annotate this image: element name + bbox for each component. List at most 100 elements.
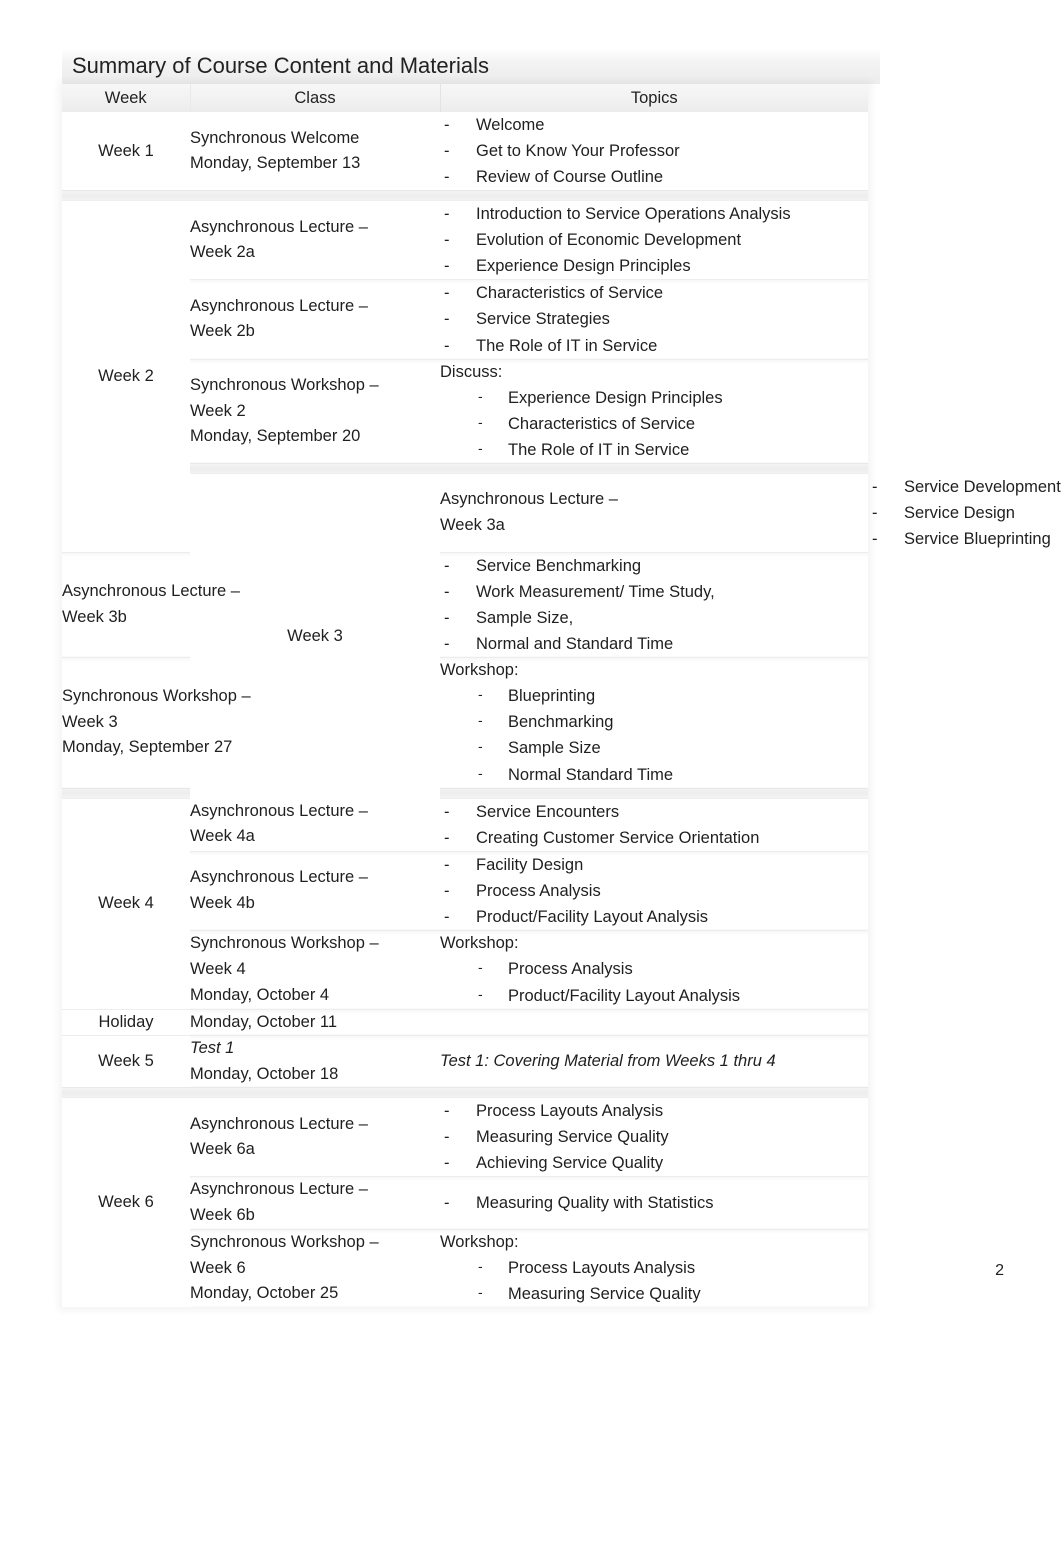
table-row: Asynchronous Lecture – Week 3b Service B…	[62, 551, 868, 658]
topics-cell: Workshop: Process Layouts Analysis Measu…	[440, 1228, 868, 1308]
class-cell: Synchronous Workshop – Week 2 Monday, Se…	[190, 358, 440, 464]
class-cell: Test 1 Monday, October 18	[190, 1035, 440, 1088]
week-label-holiday: Holiday	[62, 1008, 190, 1036]
class-cell: Asynchronous Lecture – Week 6b	[190, 1176, 440, 1230]
class-cell: Asynchronous Lecture – Week 6a	[190, 1097, 440, 1177]
class-date: Monday, October 18	[190, 1064, 339, 1083]
class-line: Week 6	[190, 1258, 246, 1277]
class-cell: Asynchronous Lecture – Week 3b	[62, 551, 240, 658]
topic-item: Service Benchmarking	[440, 553, 868, 579]
group-separator-cell	[440, 1087, 868, 1099]
topics-list: Facility Design Process Analysis Product…	[440, 852, 868, 930]
class-line: Synchronous Welcome	[190, 128, 360, 147]
topic-item: Welcome	[440, 112, 868, 138]
class-cell: Asynchronous Lecture – Week 4a	[190, 798, 440, 852]
topics-cell: Service Benchmarking Work Measurement/ T…	[440, 551, 868, 658]
topics-list: Experience Design Principles Characteris…	[440, 385, 868, 463]
topic-item: Benchmarking	[440, 709, 868, 735]
class-line: Synchronous Workshop –	[190, 934, 379, 953]
topic-item: Experience Design Principles	[440, 385, 868, 411]
topics-list: Introduction to Service Operations Analy…	[440, 201, 868, 279]
header-row: Week Class Topics	[62, 84, 868, 112]
class-line: Week 2a	[190, 243, 255, 262]
week-label-week1: Week 1	[62, 112, 190, 191]
class-line: Week 4	[190, 959, 246, 978]
group-separator-cell	[440, 787, 868, 799]
group-separator-cell	[62, 190, 190, 202]
topics-list: Service Encounters Creating Customer Ser…	[440, 799, 868, 851]
topics-list: Characteristics of Service Service Strat…	[440, 280, 868, 358]
class-line: Asynchronous Lecture –	[190, 868, 368, 887]
topic-item: Normal Standard Time	[440, 762, 868, 788]
topic-item: The Role of IT in Service	[440, 437, 868, 463]
class-cell: Asynchronous Lecture – Week 2a	[190, 200, 440, 280]
class-line: Asynchronous Lecture –	[440, 490, 618, 509]
topics-lead-label: Workshop:	[440, 1232, 519, 1251]
topic-item: Introduction to Service Operations Analy…	[440, 201, 868, 227]
topic-item: Process Analysis	[440, 878, 868, 904]
class-date: Monday, September 27	[62, 738, 233, 757]
page-title: Summary of Course Content and Materials	[62, 48, 880, 84]
topics-list: Process Layouts Analysis Measuring Servi…	[440, 1255, 868, 1307]
class-line: Asynchronous Lecture –	[190, 801, 368, 820]
group-separator-cell	[190, 190, 440, 202]
class-cell: Asynchronous Lecture – Week 4b	[190, 850, 440, 931]
topic-item: Service Strategies	[440, 306, 868, 332]
topic-item: Experience Design Principles	[440, 253, 868, 279]
topic-item: Work Measurement/ Time Study,	[440, 579, 868, 605]
table-row: Week 5 Test 1 Monday, October 18 Test 1:…	[62, 1035, 868, 1088]
class-line: Week 4b	[190, 893, 255, 912]
table-row: Week 6 Asynchronous Lecture – Week 6a Pr…	[62, 1097, 868, 1308]
group-separator-cell	[440, 190, 868, 202]
class-date: Monday, October 11	[190, 1012, 338, 1031]
class-cell: Asynchronous Lecture – Week 3a	[440, 473, 868, 552]
week-label-week2: Week 2	[62, 200, 190, 552]
topic-item: Creating Customer Service Orientation	[440, 825, 868, 851]
topics-cell: Characteristics of Service Service Strat…	[440, 279, 868, 360]
topic-item: Sample Size,	[440, 605, 868, 631]
table-header: Week Class Topics	[62, 84, 868, 112]
class-cell: Asynchronous Lecture – Week 2b	[190, 279, 440, 360]
class-line: Synchronous Workshop –	[190, 1233, 379, 1252]
topic-item: Blueprinting	[440, 683, 868, 709]
topic-item: Get to Know Your Professor	[440, 138, 868, 164]
topic-item: Service Development	[868, 474, 1061, 500]
group-separator-cell	[190, 463, 440, 475]
topic-item: Measuring Service Quality	[440, 1124, 868, 1150]
class-cell: Monday, October 11	[190, 1008, 440, 1036]
class-line: Week 2b	[190, 322, 255, 341]
class-date: Monday, September 20	[190, 427, 361, 446]
topics-lead-label: Workshop:	[440, 933, 519, 952]
topics-list: Blueprinting Benchmarking Sample Size No…	[440, 683, 868, 787]
class-date: Monday, October 25	[190, 1284, 339, 1303]
column-header-class: Class	[190, 84, 441, 112]
class-date: Monday, October 4	[190, 985, 330, 1004]
class-line: Week 6a	[190, 1140, 255, 1159]
class-cell: Synchronous Welcome Monday, September 13	[190, 112, 440, 191]
class-line: Asynchronous Lecture –	[190, 217, 368, 236]
topic-item: Achieving Service Quality	[440, 1150, 868, 1176]
week-label-week6: Week 6	[62, 1097, 190, 1308]
topic-item: Product/Facility Layout Analysis	[440, 904, 868, 930]
group-separator-cell	[62, 1087, 190, 1099]
topics-list: Measuring Quality with Statistics	[440, 1190, 868, 1216]
class-line: Asynchronous Lecture –	[190, 1180, 368, 1199]
class-line-test: Test 1	[190, 1039, 235, 1058]
table-row: Holiday Monday, October 11	[62, 1008, 868, 1036]
topic-item: Product/Facility Layout Analysis	[440, 983, 868, 1009]
topics-cell: Discuss: Experience Design Principles Ch…	[440, 358, 868, 464]
topics-cell: Workshop: Process Analysis Product/Facil…	[440, 929, 868, 1010]
class-line: Asynchronous Lecture –	[190, 1114, 368, 1133]
topics-cell: Facility Design Process Analysis Product…	[440, 850, 868, 931]
topics-list: Welcome Get to Know Your Professor Revie…	[440, 112, 868, 190]
group-separator	[62, 1087, 868, 1099]
column-header-week: Week	[62, 84, 191, 112]
topics-lead-label: Discuss:	[440, 362, 503, 381]
topics-cell: Workshop: Blueprinting Benchmarking Samp…	[440, 656, 868, 789]
class-line: Week 3a	[440, 515, 505, 534]
class-line: Week 3b	[62, 607, 127, 626]
topics-cell: Welcome Get to Know Your Professor Revie…	[440, 112, 868, 191]
topics-list: Service Benchmarking Work Measurement/ T…	[440, 553, 868, 657]
class-line: Week 3	[62, 712, 118, 731]
week-label-week4: Week 4	[62, 798, 190, 1010]
